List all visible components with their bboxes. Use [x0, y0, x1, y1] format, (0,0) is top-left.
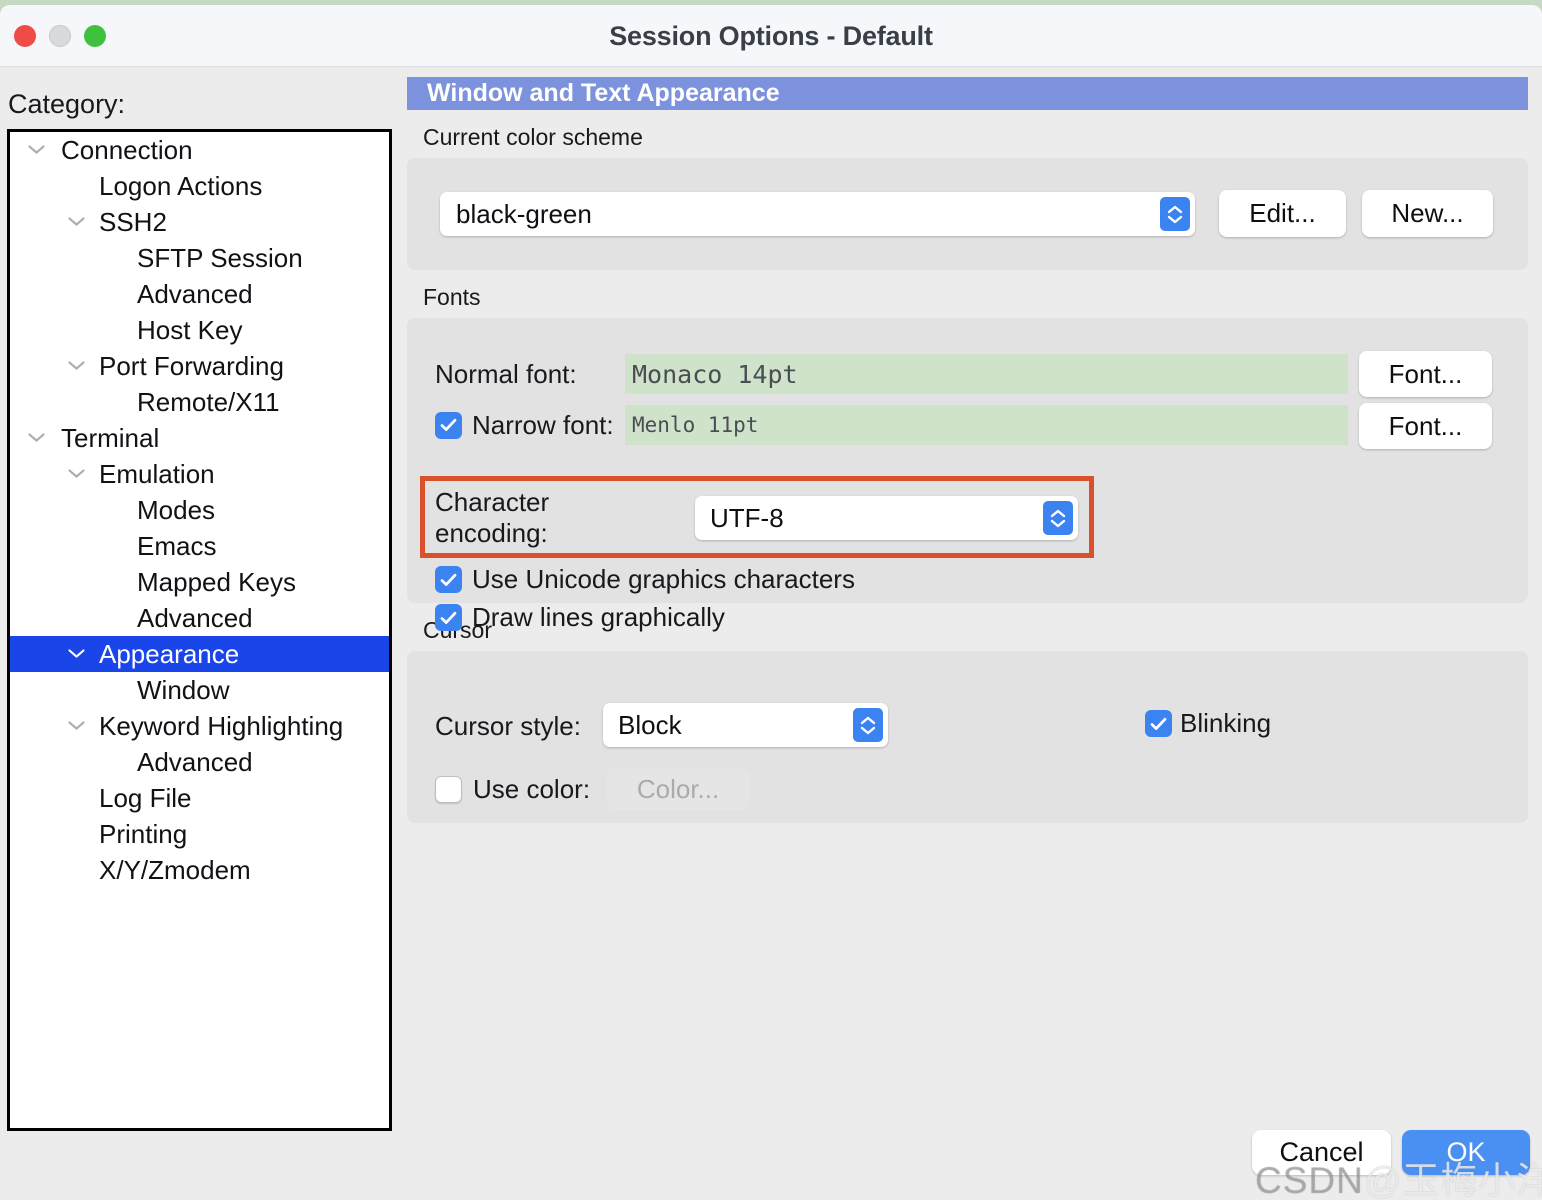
- sidebar-item-emulation[interactable]: Emulation: [10, 456, 389, 492]
- sidebar-item-host-key[interactable]: Host Key: [10, 312, 389, 348]
- sidebar-item-modes[interactable]: Modes: [10, 492, 389, 528]
- normal-font-button[interactable]: Font...: [1359, 351, 1492, 397]
- sidebar-item-label: Printing: [99, 818, 188, 849]
- ok-button[interactable]: OK: [1402, 1130, 1530, 1175]
- chevron-down-icon[interactable]: [63, 356, 89, 375]
- normal-font-label: Normal font:: [435, 358, 577, 389]
- cancel-button[interactable]: Cancel: [1252, 1130, 1391, 1175]
- use-unicode-graphics-label: Use Unicode graphics characters: [472, 564, 855, 594]
- character-encoding-label: Character encoding:: [435, 487, 550, 548]
- sidebar-item-sftp-session[interactable]: SFTP Session: [10, 240, 389, 276]
- narrow-font-checkbox[interactable]: [435, 411, 462, 439]
- sidebar-item-advanced[interactable]: Advanced: [10, 744, 389, 780]
- character-encoding-select[interactable]: UTF-8: [695, 496, 1078, 540]
- color-picker-button: Color...: [607, 768, 750, 810]
- dialog-content: Category: Connection Logon Actions SSH2 SFT…: [0, 67, 1542, 1200]
- sidebar-item-keyword-highlighting[interactable]: Keyword Highlighting: [10, 708, 389, 744]
- sidebar-item-label: Window: [137, 674, 230, 705]
- sidebar-item-label: Advanced: [137, 602, 253, 633]
- sidebar-item-label: Remote/X11: [137, 386, 280, 417]
- sidebar-item-label: Modes: [137, 494, 216, 525]
- sidebar-item-remote-x11[interactable]: Remote/X11: [10, 384, 389, 420]
- color-scheme-group: black-green Edit... New...: [407, 158, 1528, 270]
- draw-lines-graphically-label: Draw lines graphically: [472, 602, 725, 632]
- sidebar-item-label: Emulation: [99, 458, 215, 489]
- sidebar-item-advanced[interactable]: Advanced: [10, 600, 389, 636]
- chevron-updown-icon[interactable]: [1043, 501, 1073, 535]
- panel-header: Window and Text Appearance: [407, 77, 1528, 110]
- sidebar-item-appearance[interactable]: Appearance: [10, 636, 389, 672]
- sidebar-item-connection[interactable]: Connection: [10, 132, 389, 168]
- character-encoding-value: UTF-8: [710, 502, 784, 533]
- window-title-bar: Session Options - Default: [0, 5, 1542, 67]
- sidebar-item-printing[interactable]: Printing: [10, 816, 389, 852]
- color-scheme-select[interactable]: black-green: [440, 192, 1195, 236]
- sidebar-item-mapped-keys[interactable]: Mapped Keys: [10, 564, 389, 600]
- sidebar-item-label: Advanced: [137, 746, 253, 777]
- sidebar-item-x-y-zmodem[interactable]: X/Y/Zmodem: [10, 852, 389, 888]
- chevron-down-icon[interactable]: [63, 644, 89, 663]
- use-color-checkbox[interactable]: [435, 775, 462, 803]
- narrow-font-value: Menlo 11pt: [625, 405, 1348, 445]
- sidebar-item-label: Log File: [99, 782, 192, 813]
- use-unicode-graphics-checkbox[interactable]: [435, 566, 462, 593]
- sidebar-item-advanced[interactable]: Advanced: [10, 276, 389, 312]
- chevron-down-icon[interactable]: [63, 716, 89, 735]
- sidebar-item-label: SFTP Session: [137, 242, 303, 273]
- dialog-footer: Cancel OK: [0, 1122, 1542, 1200]
- edit-scheme-button[interactable]: Edit...: [1219, 190, 1346, 237]
- sidebar-item-label: Connection: [61, 134, 193, 165]
- color-scheme-group-title: Current color scheme: [423, 124, 643, 150]
- sidebar-item-emacs[interactable]: Emacs: [10, 528, 389, 564]
- fonts-group-title: Fonts: [423, 284, 481, 310]
- chevron-down-icon[interactable]: [23, 140, 49, 159]
- chevron-down-icon[interactable]: [63, 464, 89, 483]
- chevron-down-icon[interactable]: [23, 428, 49, 447]
- sidebar-item-log-file[interactable]: Log File: [10, 780, 389, 816]
- use-color-row[interactable]: Use color: Color...: [435, 768, 750, 810]
- narrow-font-label-group: Narrow font:: [435, 410, 614, 441]
- color-scheme-value: black-green: [456, 198, 592, 229]
- fonts-group: Normal font: Monaco 14pt Font... Narrow …: [407, 318, 1528, 632]
- chevron-updown-icon[interactable]: [853, 708, 883, 742]
- blinking-checkbox[interactable]: [1145, 710, 1172, 737]
- draw-lines-graphically-checkbox[interactable]: [435, 604, 462, 631]
- sidebar-item-logon-actions[interactable]: Logon Actions: [10, 168, 389, 204]
- chevron-updown-icon[interactable]: [1160, 197, 1190, 231]
- sidebar-item-label: SSH2: [99, 206, 167, 237]
- narrow-font-button[interactable]: Font...: [1359, 403, 1492, 449]
- sidebar-item-label: Mapped Keys: [137, 566, 296, 597]
- cursor-group: Cursor style: Block Blinking Use color: …: [407, 651, 1528, 823]
- use-color-label: Use color:: [473, 773, 591, 804]
- sidebar-item-label: Host Key: [137, 314, 243, 345]
- category-tree[interactable]: Connection Logon Actions SSH2 SFTP Session A…: [7, 129, 392, 1131]
- sidebar-item-label: Emacs: [137, 530, 217, 561]
- settings-panel: Window and Text Appearance Current color…: [407, 77, 1528, 823]
- sidebar-item-label: Keyword Highlighting: [99, 710, 344, 741]
- sidebar-item-label: Logon Actions: [99, 170, 263, 201]
- sidebar-item-label: X/Y/Zmodem: [99, 854, 251, 885]
- sidebar-item-label: Advanced: [137, 278, 253, 309]
- sidebar-item-terminal[interactable]: Terminal: [10, 420, 389, 456]
- sidebar-item-label: Terminal: [61, 422, 160, 453]
- sidebar-item-window[interactable]: Window: [10, 672, 389, 708]
- new-scheme-button[interactable]: New...: [1362, 190, 1493, 237]
- category-label: Category:: [8, 89, 126, 119]
- chevron-down-icon[interactable]: [63, 212, 89, 231]
- cursor-style-label: Cursor style:: [435, 711, 581, 741]
- sidebar-item-port-forwarding[interactable]: Port Forwarding: [10, 348, 389, 384]
- draw-lines-graphically-row[interactable]: Draw lines graphically: [435, 602, 725, 633]
- sidebar-item-label: Port Forwarding: [99, 350, 284, 381]
- use-unicode-graphics-row[interactable]: Use Unicode graphics characters: [435, 564, 855, 595]
- window-title: Session Options - Default: [609, 21, 933, 51]
- sidebar-item-ssh2[interactable]: SSH2: [10, 204, 389, 240]
- narrow-font-label: Narrow font:: [472, 409, 614, 440]
- sidebar-item-label: Appearance: [99, 638, 240, 669]
- cursor-style-select[interactable]: Block: [603, 703, 888, 747]
- session-options-window: Session Options - Default Category: Conn…: [0, 5, 1542, 1200]
- cursor-style-value: Block: [618, 709, 682, 740]
- normal-font-value: Monaco 14pt: [625, 354, 1348, 394]
- blinking-row[interactable]: Blinking: [1145, 708, 1271, 739]
- blinking-label: Blinking: [1180, 708, 1272, 738]
